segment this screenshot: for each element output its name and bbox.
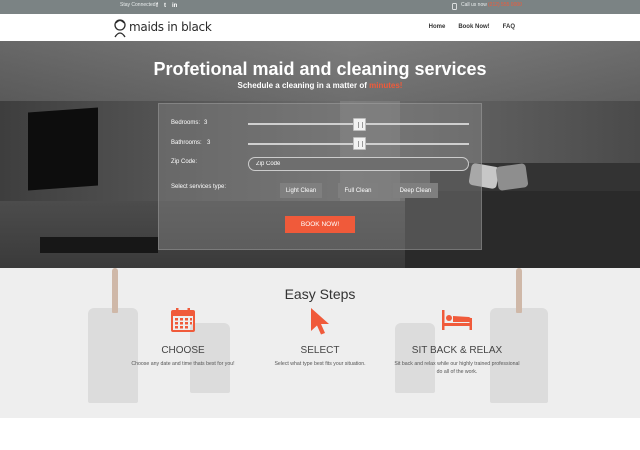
hero-background-cushion [495, 163, 529, 191]
bathrooms-label: Bathrooms: [171, 140, 202, 146]
bathrooms-slider-handle[interactable] [353, 137, 366, 150]
step-select-text: Select what type best fits your situatio… [274, 361, 366, 367]
nav-faq[interactable]: FAQ [503, 24, 515, 30]
bedrooms-label: Bedrooms: [171, 120, 201, 126]
step-relax-heading: SIT BACK & RELAX [411, 345, 503, 356]
hero-background-tv-stand [40, 237, 158, 253]
page-bottom [0, 418, 640, 450]
zip-code-input[interactable] [248, 157, 469, 171]
calendar-icon [171, 308, 195, 332]
full-clean-button[interactable]: Full Clean [338, 183, 378, 198]
hero-background-tv [28, 107, 98, 191]
bed-icon [442, 310, 472, 330]
facebook-icon[interactable]: f [156, 2, 158, 10]
easy-steps-section: Easy Steps [0, 268, 640, 418]
bedrooms-value: 3 [204, 120, 208, 126]
nav-book-now[interactable]: Book Now! [458, 24, 489, 30]
bedrooms-slider-handle[interactable] [353, 118, 366, 131]
hero-subtitle-highlight: minutes! [369, 81, 403, 90]
hero-subtitle-text: Schedule a cleaning in a matter of [237, 81, 367, 90]
cursor-icon [311, 308, 329, 335]
deep-clean-button[interactable]: Deep Clean [393, 183, 438, 198]
social-links: f t in [156, 2, 177, 10]
light-clean-button[interactable]: Light Clean [280, 183, 322, 198]
services-type-label: Select services type: [171, 184, 227, 190]
top-bar: Stay Connected f t in Call us now (212) … [0, 0, 640, 14]
step-relax-text: Sit back and relax while our highly trai… [394, 361, 520, 375]
hero-subtitle: Schedule a cleaning in a matter of minut… [0, 81, 640, 90]
easy-steps-title: Easy Steps [284, 286, 356, 302]
main-nav: Home Book Now! FAQ [429, 24, 515, 30]
maid-logo-icon [114, 19, 126, 38]
call-us-label: Call us now [461, 2, 487, 8]
site-header: maids in black Home Book Now! FAQ [0, 14, 640, 41]
hero-title: Profetional maid and cleaning services [153, 59, 487, 79]
phone-number[interactable]: (212) 555 0000 [488, 2, 522, 8]
background-bowl [395, 323, 435, 393]
stay-connected-label: Stay Connected [120, 2, 156, 8]
nav-home[interactable]: Home [429, 24, 446, 30]
background-bowl [190, 323, 230, 393]
twitter-icon[interactable]: t [164, 2, 166, 10]
linkedin-icon[interactable]: in [172, 2, 177, 10]
zip-code-label: Zip Code: [171, 159, 198, 165]
site-logo[interactable]: maids in black [129, 20, 212, 34]
phone-icon [452, 3, 457, 10]
book-now-button[interactable]: BOOK NOW! [285, 216, 355, 233]
bathrooms-value: 3 [207, 140, 211, 146]
